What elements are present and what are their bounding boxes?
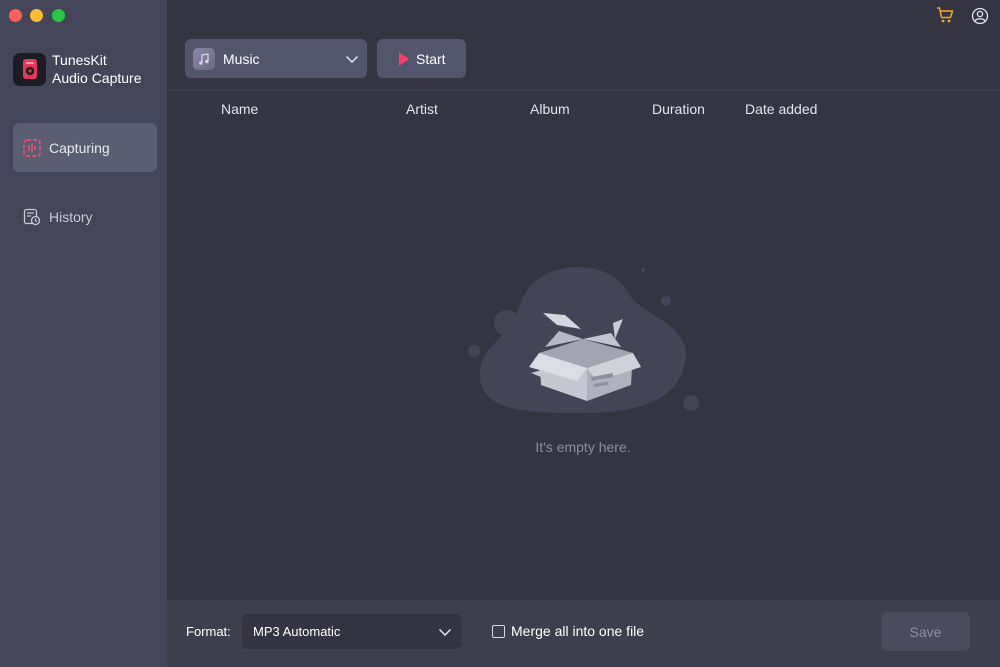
merge-checkbox[interactable] bbox=[492, 624, 505, 638]
column-header-date-added[interactable]: Date added bbox=[745, 101, 817, 117]
sidebar-item-label: Capturing bbox=[49, 139, 110, 156]
waveform-icon bbox=[23, 138, 41, 157]
start-button[interactable]: Start bbox=[377, 39, 466, 78]
chevron-down-icon bbox=[438, 625, 452, 639]
minimize-window-button[interactable] bbox=[30, 9, 43, 22]
empty-box-illustration bbox=[463, 263, 703, 418]
sidebar-item-label: History bbox=[49, 208, 93, 225]
user-account-icon[interactable] bbox=[971, 7, 989, 25]
history-icon bbox=[23, 208, 41, 226]
app-name-line1: TunesKit bbox=[52, 52, 107, 68]
column-header-album[interactable]: Album bbox=[530, 101, 570, 117]
close-window-button[interactable] bbox=[9, 9, 22, 22]
sidebar-item-capturing[interactable]: Capturing bbox=[13, 123, 157, 172]
format-label: Format: bbox=[186, 624, 231, 639]
merge-option[interactable]: Merge all into one file bbox=[492, 623, 644, 639]
column-header-artist[interactable]: Artist bbox=[406, 101, 438, 117]
play-icon bbox=[398, 51, 410, 67]
app-name: TunesKit Audio Capture bbox=[52, 51, 142, 87]
column-header-name[interactable]: Name bbox=[221, 101, 258, 117]
cart-icon[interactable] bbox=[936, 6, 954, 24]
audio-source-value: Music bbox=[223, 50, 260, 67]
merge-label[interactable]: Merge all into one file bbox=[511, 623, 644, 639]
zoom-window-button[interactable] bbox=[52, 9, 65, 22]
empty-state-message: It's empty here. bbox=[535, 439, 631, 455]
sidebar-item-history[interactable]: History bbox=[13, 192, 157, 241]
format-dropdown[interactable]: MP3 Automatic bbox=[242, 614, 461, 649]
app-window: TunesKit Audio Capture Capturing History… bbox=[0, 0, 1000, 667]
header-divider bbox=[167, 90, 1000, 91]
format-value: MP3 Automatic bbox=[253, 624, 341, 639]
app-brand: TunesKit Audio Capture bbox=[13, 52, 142, 86]
start-button-label: Start bbox=[416, 50, 446, 67]
app-name-line2: Audio Capture bbox=[52, 70, 142, 86]
audio-source-dropdown[interactable]: Music bbox=[185, 39, 367, 78]
music-app-icon bbox=[193, 47, 215, 70]
app-logo-icon bbox=[13, 52, 46, 86]
sidebar: TunesKit Audio Capture Capturing History bbox=[0, 0, 167, 667]
chevron-down-icon bbox=[345, 52, 359, 66]
save-button[interactable]: Save bbox=[881, 612, 970, 651]
column-header-duration[interactable]: Duration bbox=[652, 101, 705, 117]
